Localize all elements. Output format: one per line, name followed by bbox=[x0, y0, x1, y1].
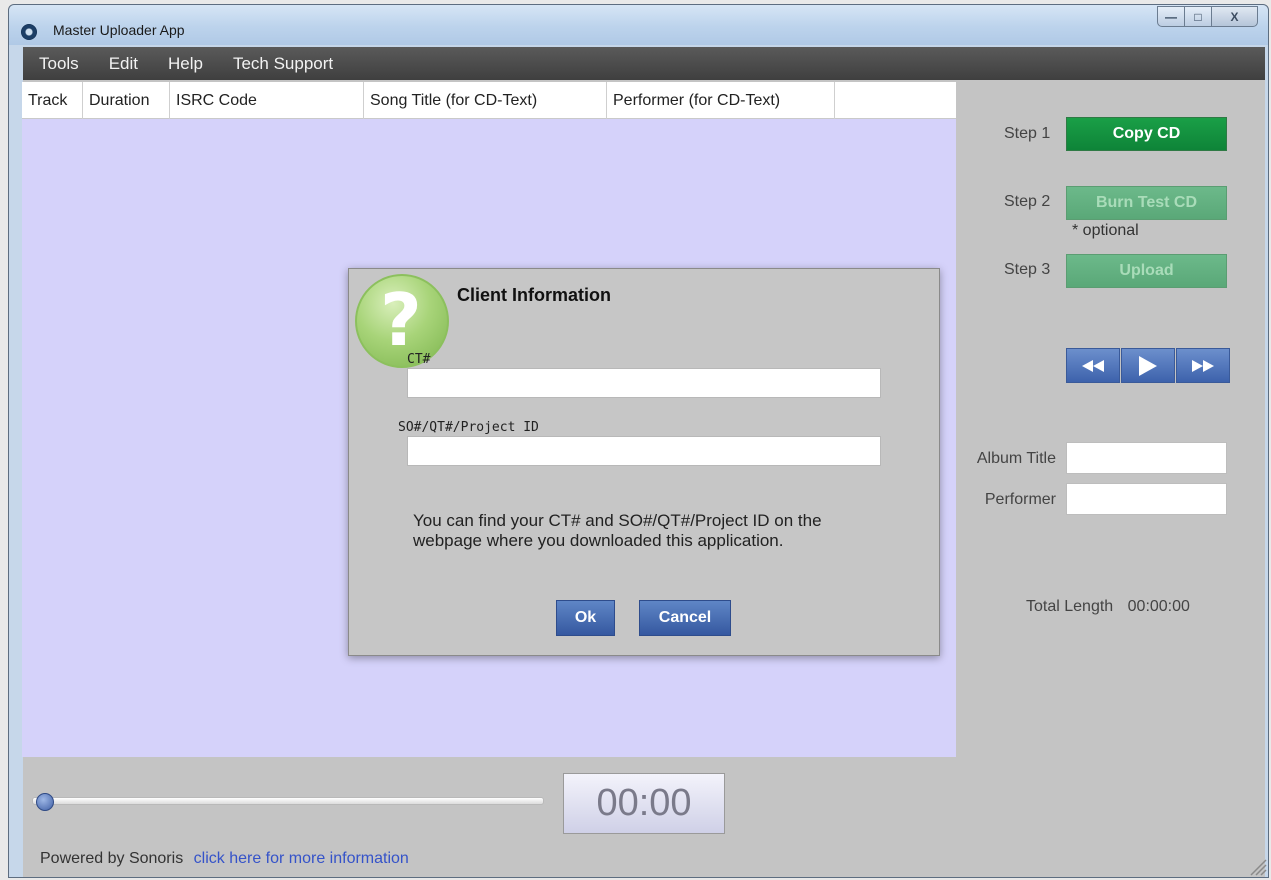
column-header-song-title[interactable]: Song Title (for CD-Text) bbox=[364, 82, 607, 119]
cancel-button[interactable]: Cancel bbox=[639, 600, 731, 636]
performer-input[interactable] bbox=[1066, 483, 1227, 515]
ct-label: CT# bbox=[407, 352, 431, 367]
maximize-button[interactable]: □ bbox=[1185, 6, 1212, 27]
footer: Powered by Sonoris click here for more i… bbox=[40, 850, 409, 868]
burn-test-cd-button[interactable]: Burn Test CD bbox=[1066, 186, 1227, 220]
menu-tools[interactable]: Tools bbox=[23, 54, 93, 74]
fast-forward-icon bbox=[1192, 359, 1214, 372]
album-title-input[interactable] bbox=[1066, 442, 1227, 474]
dialog-title: Client Information bbox=[457, 285, 611, 305]
column-header-isrc[interactable]: ISRC Code bbox=[170, 82, 364, 119]
performer-label: Performer bbox=[984, 491, 1056, 508]
column-header-track[interactable]: Track bbox=[22, 82, 83, 119]
app-icon bbox=[21, 24, 37, 40]
close-button[interactable]: X bbox=[1212, 6, 1258, 27]
table-header: Track Duration ISRC Code Song Title (for… bbox=[22, 82, 956, 119]
menu-tech-support[interactable]: Tech Support bbox=[217, 54, 347, 74]
upload-button[interactable]: Upload bbox=[1066, 254, 1227, 288]
powered-by-text: Powered by Sonoris bbox=[40, 850, 184, 867]
so-input[interactable] bbox=[407, 436, 881, 466]
column-header-empty bbox=[835, 82, 956, 119]
menu-help[interactable]: Help bbox=[152, 54, 217, 74]
step-3-label: Step 3 bbox=[1004, 261, 1051, 278]
step-2-label: Step 2 bbox=[1004, 193, 1051, 210]
ct-input[interactable] bbox=[407, 368, 881, 398]
play-icon bbox=[1139, 355, 1157, 376]
play-button[interactable] bbox=[1121, 348, 1175, 383]
total-length-value: 00:00:00 bbox=[1127, 598, 1190, 615]
minimize-button[interactable]: — bbox=[1157, 6, 1185, 27]
resize-grip-icon[interactable] bbox=[1245, 854, 1267, 876]
column-header-duration[interactable]: Duration bbox=[83, 82, 170, 119]
ok-button[interactable]: Ok bbox=[556, 600, 615, 636]
question-mark-glyph: ? bbox=[380, 278, 422, 362]
seek-slider-track[interactable] bbox=[32, 797, 544, 805]
time-display: 00:00 bbox=[563, 773, 725, 834]
total-length-label: Total Length bbox=[1026, 598, 1114, 615]
dialog-info-text: You can find your CT# and SO#/QT#/Projec… bbox=[413, 511, 822, 550]
so-label: SO#/QT#/Project ID bbox=[398, 420, 539, 435]
menu-bar: Tools Edit Help Tech Support bbox=[23, 47, 1265, 80]
menu-edit[interactable]: Edit bbox=[93, 54, 152, 74]
seek-slider-thumb[interactable] bbox=[36, 793, 54, 811]
column-header-performer[interactable]: Performer (for CD-Text) bbox=[607, 82, 835, 119]
step-1-label: Step 1 bbox=[1004, 125, 1051, 142]
optional-note: * optional bbox=[1072, 222, 1139, 239]
rewind-button[interactable] bbox=[1066, 348, 1120, 383]
title-bar[interactable]: Master Uploader App — □ X bbox=[9, 5, 1268, 45]
copy-cd-button[interactable]: Copy CD bbox=[1066, 117, 1227, 151]
transport-controls bbox=[1066, 348, 1230, 383]
more-info-link[interactable]: click here for more information bbox=[194, 850, 409, 867]
total-length: Total Length 00:00:00 bbox=[1026, 598, 1190, 616]
window-title: Master Uploader App bbox=[53, 22, 185, 38]
album-title-label: Album Title bbox=[976, 450, 1056, 467]
window-controls: — □ X bbox=[1157, 6, 1258, 27]
rewind-icon bbox=[1082, 359, 1104, 372]
fast-forward-button[interactable] bbox=[1176, 348, 1230, 383]
